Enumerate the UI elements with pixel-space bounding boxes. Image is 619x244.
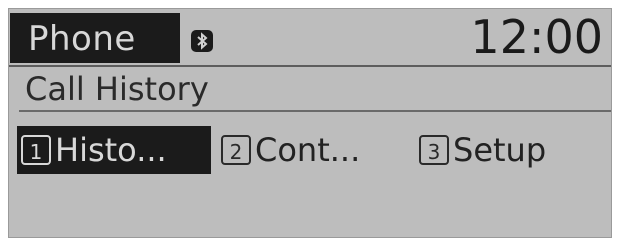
menu-item-history[interactable]: 1 Histo... xyxy=(17,126,211,174)
menu-item-contacts[interactable]: 2 Cont... xyxy=(217,126,397,174)
menu-item-label: Histo... xyxy=(55,131,167,169)
menu-item-label: Cont... xyxy=(255,131,361,169)
header-divider xyxy=(9,65,611,67)
menu-item-setup[interactable]: 3 Setup xyxy=(415,126,585,174)
bluetooth-icon xyxy=(190,29,214,53)
number-two-icon: 2 xyxy=(221,135,251,165)
clock: 12:00 xyxy=(470,10,603,64)
number-one-icon: 1 xyxy=(21,135,51,165)
mode-title: Phone xyxy=(28,19,136,59)
screen-title: Call History xyxy=(25,70,209,108)
number-three-icon: 3 xyxy=(419,135,449,165)
menu-item-label: Setup xyxy=(453,131,547,169)
phone-display: Phone 12:00 Call History 1 Histo... 2 Co… xyxy=(8,8,612,238)
mode-title-block: Phone xyxy=(10,13,180,63)
title-divider xyxy=(19,110,611,112)
